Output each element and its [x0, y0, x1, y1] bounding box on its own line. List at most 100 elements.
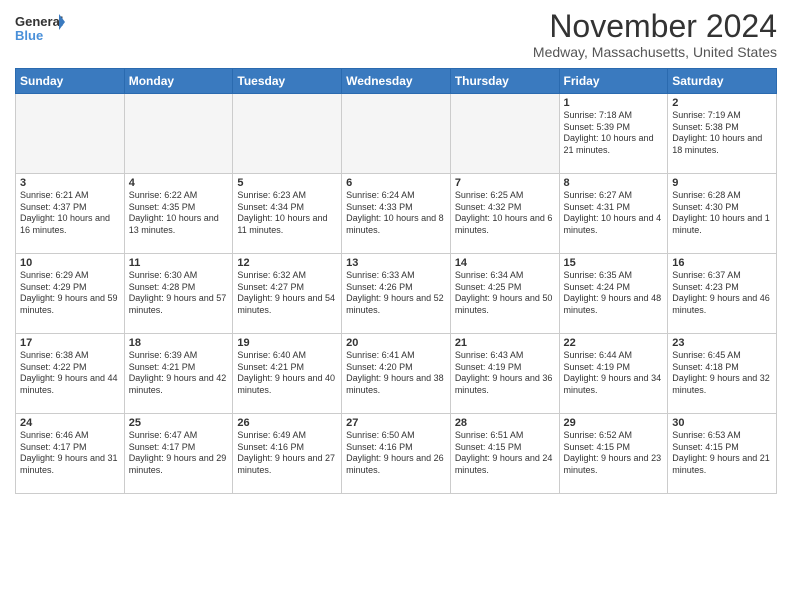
- day-info: Sunrise: 6:35 AMSunset: 4:24 PMDaylight:…: [564, 270, 664, 317]
- day-info: Sunrise: 6:34 AMSunset: 4:25 PMDaylight:…: [455, 270, 555, 317]
- calendar-cell-2-1: 11 Sunrise: 6:30 AMSunset: 4:28 PMDaylig…: [124, 254, 233, 334]
- day-number: 23: [672, 337, 772, 349]
- title-section: November 2024 Medway, Massachusetts, Uni…: [533, 10, 777, 60]
- month-title: November 2024: [533, 10, 777, 42]
- day-number: 19: [237, 337, 337, 349]
- logo: General Blue: [15, 10, 65, 48]
- day-info: Sunrise: 6:51 AMSunset: 4:15 PMDaylight:…: [455, 430, 555, 477]
- calendar: Sunday Monday Tuesday Wednesday Thursday…: [15, 68, 777, 494]
- calendar-cell-3-5: 22 Sunrise: 6:44 AMSunset: 4:19 PMDaylig…: [559, 334, 668, 414]
- day-info: Sunrise: 7:19 AMSunset: 5:38 PMDaylight:…: [672, 110, 772, 157]
- day-info: Sunrise: 6:45 AMSunset: 4:18 PMDaylight:…: [672, 350, 772, 397]
- week-row-4: 17 Sunrise: 6:38 AMSunset: 4:22 PMDaylig…: [16, 334, 777, 414]
- day-info: Sunrise: 6:25 AMSunset: 4:32 PMDaylight:…: [455, 190, 555, 237]
- day-info: Sunrise: 7:18 AMSunset: 5:39 PMDaylight:…: [564, 110, 664, 157]
- calendar-cell-0-3: [342, 94, 451, 174]
- day-info: Sunrise: 6:46 AMSunset: 4:17 PMDaylight:…: [20, 430, 120, 477]
- calendar-cell-3-6: 23 Sunrise: 6:45 AMSunset: 4:18 PMDaylig…: [668, 334, 777, 414]
- calendar-cell-4-2: 26 Sunrise: 6:49 AMSunset: 4:16 PMDaylig…: [233, 414, 342, 494]
- calendar-cell-1-0: 3 Sunrise: 6:21 AMSunset: 4:37 PMDayligh…: [16, 174, 125, 254]
- day-number: 16: [672, 257, 772, 269]
- day-number: 24: [20, 417, 120, 429]
- calendar-cell-2-6: 16 Sunrise: 6:37 AMSunset: 4:23 PMDaylig…: [668, 254, 777, 334]
- day-number: 27: [346, 417, 446, 429]
- calendar-cell-0-5: 1 Sunrise: 7:18 AMSunset: 5:39 PMDayligh…: [559, 94, 668, 174]
- calendar-cell-2-0: 10 Sunrise: 6:29 AMSunset: 4:29 PMDaylig…: [16, 254, 125, 334]
- calendar-cell-4-6: 30 Sunrise: 6:53 AMSunset: 4:15 PMDaylig…: [668, 414, 777, 494]
- calendar-cell-4-3: 27 Sunrise: 6:50 AMSunset: 4:16 PMDaylig…: [342, 414, 451, 494]
- calendar-cell-0-0: [16, 94, 125, 174]
- day-info: Sunrise: 6:44 AMSunset: 4:19 PMDaylight:…: [564, 350, 664, 397]
- day-info: Sunrise: 6:39 AMSunset: 4:21 PMDaylight:…: [129, 350, 229, 397]
- day-info: Sunrise: 6:37 AMSunset: 4:23 PMDaylight:…: [672, 270, 772, 317]
- calendar-cell-1-4: 7 Sunrise: 6:25 AMSunset: 4:32 PMDayligh…: [450, 174, 559, 254]
- day-number: 11: [129, 257, 229, 269]
- calendar-cell-1-5: 8 Sunrise: 6:27 AMSunset: 4:31 PMDayligh…: [559, 174, 668, 254]
- calendar-cell-2-4: 14 Sunrise: 6:34 AMSunset: 4:25 PMDaylig…: [450, 254, 559, 334]
- calendar-cell-4-4: 28 Sunrise: 6:51 AMSunset: 4:15 PMDaylig…: [450, 414, 559, 494]
- calendar-cell-1-2: 5 Sunrise: 6:23 AMSunset: 4:34 PMDayligh…: [233, 174, 342, 254]
- week-row-5: 24 Sunrise: 6:46 AMSunset: 4:17 PMDaylig…: [16, 414, 777, 494]
- calendar-cell-1-3: 6 Sunrise: 6:24 AMSunset: 4:33 PMDayligh…: [342, 174, 451, 254]
- day-info: Sunrise: 6:23 AMSunset: 4:34 PMDaylight:…: [237, 190, 337, 237]
- day-number: 5: [237, 177, 337, 189]
- calendar-cell-4-1: 25 Sunrise: 6:47 AMSunset: 4:17 PMDaylig…: [124, 414, 233, 494]
- day-number: 25: [129, 417, 229, 429]
- day-number: 30: [672, 417, 772, 429]
- week-row-1: 1 Sunrise: 7:18 AMSunset: 5:39 PMDayligh…: [16, 94, 777, 174]
- day-info: Sunrise: 6:24 AMSunset: 4:33 PMDaylight:…: [346, 190, 446, 237]
- day-info: Sunrise: 6:40 AMSunset: 4:21 PMDaylight:…: [237, 350, 337, 397]
- calendar-cell-0-1: [124, 94, 233, 174]
- day-number: 6: [346, 177, 446, 189]
- day-info: Sunrise: 6:22 AMSunset: 4:35 PMDaylight:…: [129, 190, 229, 237]
- day-number: 1: [564, 97, 664, 109]
- page: General Blue November 2024 Medway, Massa…: [0, 0, 792, 612]
- day-info: Sunrise: 6:28 AMSunset: 4:30 PMDaylight:…: [672, 190, 772, 237]
- svg-text:General: General: [15, 14, 63, 29]
- calendar-cell-1-1: 4 Sunrise: 6:22 AMSunset: 4:35 PMDayligh…: [124, 174, 233, 254]
- day-number: 22: [564, 337, 664, 349]
- day-number: 18: [129, 337, 229, 349]
- day-number: 29: [564, 417, 664, 429]
- day-number: 28: [455, 417, 555, 429]
- col-tuesday: Tuesday: [233, 69, 342, 94]
- day-number: 10: [20, 257, 120, 269]
- day-number: 14: [455, 257, 555, 269]
- week-row-3: 10 Sunrise: 6:29 AMSunset: 4:29 PMDaylig…: [16, 254, 777, 334]
- col-thursday: Thursday: [450, 69, 559, 94]
- day-info: Sunrise: 6:32 AMSunset: 4:27 PMDaylight:…: [237, 270, 337, 317]
- day-info: Sunrise: 6:21 AMSunset: 4:37 PMDaylight:…: [20, 190, 120, 237]
- calendar-cell-2-3: 13 Sunrise: 6:33 AMSunset: 4:26 PMDaylig…: [342, 254, 451, 334]
- calendar-cell-3-0: 17 Sunrise: 6:38 AMSunset: 4:22 PMDaylig…: [16, 334, 125, 414]
- day-info: Sunrise: 6:29 AMSunset: 4:29 PMDaylight:…: [20, 270, 120, 317]
- week-row-2: 3 Sunrise: 6:21 AMSunset: 4:37 PMDayligh…: [16, 174, 777, 254]
- day-number: 21: [455, 337, 555, 349]
- day-number: 17: [20, 337, 120, 349]
- calendar-cell-2-5: 15 Sunrise: 6:35 AMSunset: 4:24 PMDaylig…: [559, 254, 668, 334]
- location: Medway, Massachusetts, United States: [533, 44, 777, 60]
- calendar-header-row: Sunday Monday Tuesday Wednesday Thursday…: [16, 69, 777, 94]
- day-number: 8: [564, 177, 664, 189]
- calendar-cell-3-1: 18 Sunrise: 6:39 AMSunset: 4:21 PMDaylig…: [124, 334, 233, 414]
- calendar-cell-1-6: 9 Sunrise: 6:28 AMSunset: 4:30 PMDayligh…: [668, 174, 777, 254]
- day-number: 4: [129, 177, 229, 189]
- day-number: 15: [564, 257, 664, 269]
- day-info: Sunrise: 6:33 AMSunset: 4:26 PMDaylight:…: [346, 270, 446, 317]
- day-number: 20: [346, 337, 446, 349]
- day-info: Sunrise: 6:53 AMSunset: 4:15 PMDaylight:…: [672, 430, 772, 477]
- day-number: 7: [455, 177, 555, 189]
- logo-svg: General Blue: [15, 10, 65, 48]
- day-info: Sunrise: 6:43 AMSunset: 4:19 PMDaylight:…: [455, 350, 555, 397]
- day-number: 9: [672, 177, 772, 189]
- col-wednesday: Wednesday: [342, 69, 451, 94]
- day-info: Sunrise: 6:38 AMSunset: 4:22 PMDaylight:…: [20, 350, 120, 397]
- calendar-cell-3-2: 19 Sunrise: 6:40 AMSunset: 4:21 PMDaylig…: [233, 334, 342, 414]
- day-info: Sunrise: 6:41 AMSunset: 4:20 PMDaylight:…: [346, 350, 446, 397]
- col-friday: Friday: [559, 69, 668, 94]
- day-number: 12: [237, 257, 337, 269]
- calendar-cell-2-2: 12 Sunrise: 6:32 AMSunset: 4:27 PMDaylig…: [233, 254, 342, 334]
- calendar-cell-0-4: [450, 94, 559, 174]
- day-info: Sunrise: 6:52 AMSunset: 4:15 PMDaylight:…: [564, 430, 664, 477]
- calendar-cell-0-6: 2 Sunrise: 7:19 AMSunset: 5:38 PMDayligh…: [668, 94, 777, 174]
- day-info: Sunrise: 6:50 AMSunset: 4:16 PMDaylight:…: [346, 430, 446, 477]
